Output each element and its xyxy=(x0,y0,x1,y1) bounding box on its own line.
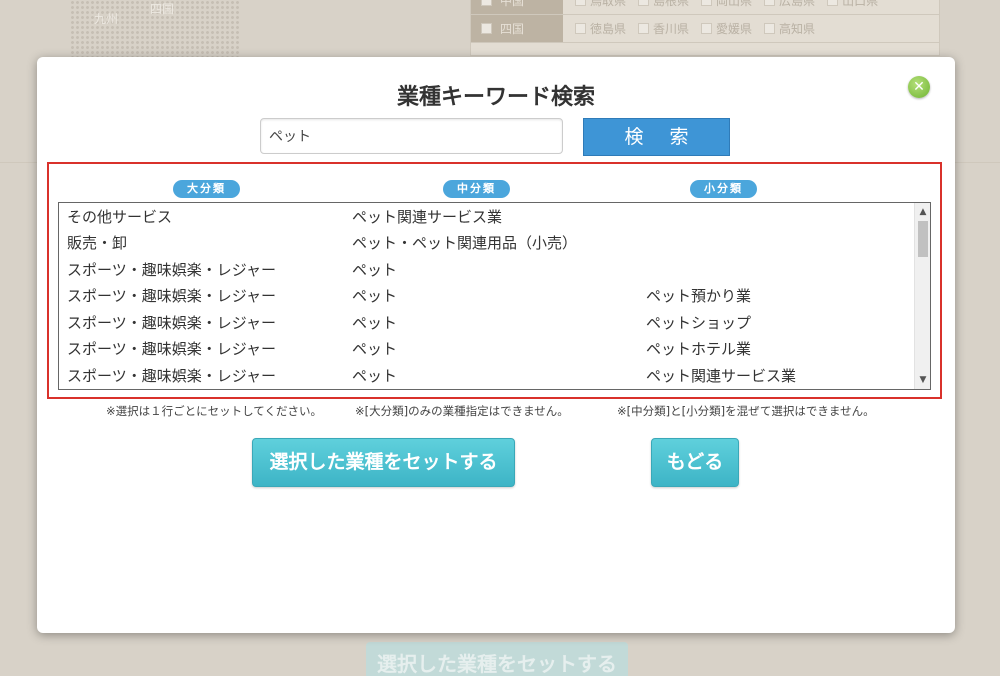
major-category: スポーツ・趣味娯楽・レジャー xyxy=(67,340,276,359)
middle-category: ペット xyxy=(352,260,398,279)
set-selected-industry-button[interactable]: 選択した業種をセットする xyxy=(252,438,515,487)
checkbox[interactable] xyxy=(575,0,586,6)
minor-category: ペット預かり業 xyxy=(646,287,752,306)
scroll-thumb[interactable] xyxy=(918,221,928,257)
checkbox[interactable] xyxy=(764,0,776,6)
major-category: スポーツ・趣味娯楽・レジャー xyxy=(67,287,276,306)
list-item[interactable]: その他サービス ペット関連サービス業 xyxy=(59,203,930,230)
middle-category: ペット関連サービス業 xyxy=(352,207,503,226)
close-x-icon: ✕ xyxy=(913,79,925,95)
industry-results-list[interactable]: その他サービス ペット関連サービス業 販売・卸 ペット・ペット関連用品（小売） … xyxy=(58,202,931,390)
scroll-down-arrow-icon[interactable]: ▼ xyxy=(915,373,930,387)
pref-label: 愛媛県 xyxy=(716,22,753,36)
note-no-mixed-selection: ※[中分類]と[小分類]を混ぜて選択はできません。 xyxy=(617,404,875,418)
back-button[interactable]: もどる xyxy=(651,438,739,487)
pref-label: 高知県 xyxy=(779,22,816,36)
list-item[interactable]: スポーツ・趣味娯楽・レジャー ペット xyxy=(59,256,930,283)
minor-category: ペットホテル業 xyxy=(646,340,752,359)
minor-category: ペット関連サービス業 xyxy=(646,366,797,385)
checkbox[interactable] xyxy=(638,0,650,6)
checkbox[interactable] xyxy=(575,23,586,34)
list-item[interactable]: スポーツ・趣味娯楽・レジャー ペット ペットショップ xyxy=(59,309,930,336)
checkbox[interactable] xyxy=(638,23,650,34)
pref-label: 岡山県 xyxy=(716,0,753,8)
region-row-shikoku: 四国 徳島県 香川県 愛媛県 高知県 xyxy=(471,15,939,43)
major-category: スポーツ・趣味娯楽・レジャー xyxy=(67,366,276,385)
column-header-middle: 中分類 xyxy=(443,180,510,198)
pref-label: 広島県 xyxy=(779,0,816,8)
column-header-minor: 小分類 xyxy=(690,180,757,198)
middle-category: ペット xyxy=(352,366,398,385)
dialog-title: 業種キーワード検索 xyxy=(396,85,595,110)
region-label: 四国 xyxy=(500,22,525,36)
checkbox[interactable] xyxy=(701,23,713,34)
middle-category: ペット xyxy=(352,287,398,306)
major-category: その他サービス xyxy=(67,207,173,226)
background-set-industry-button: 選択した業種をセットする xyxy=(366,642,628,676)
checkbox[interactable] xyxy=(701,0,713,6)
region-prefecture-table: 中国 鳥取県 島根県 岡山県 広島県 山口県 四国 徳島県 香川県 愛媛県 高知… xyxy=(470,0,940,56)
checkbox[interactable] xyxy=(481,23,492,34)
pref-label: 山口県 xyxy=(842,0,879,8)
checkbox[interactable] xyxy=(481,0,492,6)
major-category: スポーツ・趣味娯楽・レジャー xyxy=(67,260,276,279)
search-results-panel: 大分類 中分類 小分類 その他サービス ペット関連サービス業 販売・卸 ペット・… xyxy=(47,162,942,399)
keyword-search-input[interactable] xyxy=(260,118,563,154)
middle-category: ペット xyxy=(352,340,398,359)
pref-label: 徳島県 xyxy=(590,22,627,36)
search-button[interactable]: 検 索 xyxy=(583,118,730,156)
region-row-chugoku: 中国 鳥取県 島根県 岡山県 広島県 山口県 xyxy=(471,0,939,15)
major-category: 販売・卸 xyxy=(67,234,128,253)
pref-label: 香川県 xyxy=(653,22,690,36)
note-select-one-row: ※選択は１行ごとにセットしてください。 xyxy=(106,404,322,418)
major-category: スポーツ・趣味娯楽・レジャー xyxy=(67,313,276,332)
scroll-up-arrow-icon[interactable]: ▲ xyxy=(915,205,930,219)
list-item[interactable]: スポーツ・趣味娯楽・レジャー ペット ペット預かり業 xyxy=(59,283,930,310)
region-label: 中国 xyxy=(500,0,525,8)
middle-category: ペット xyxy=(352,313,398,332)
checkbox[interactable] xyxy=(827,0,839,6)
middle-category: ペット・ペット関連用品（小売） xyxy=(352,234,578,253)
pref-label: 島根県 xyxy=(653,0,690,8)
pref-label: 鳥取県 xyxy=(590,0,627,8)
note-major-only-not-allowed: ※[大分類]のみの業種指定はできません。 xyxy=(355,404,569,418)
list-item[interactable]: 販売・卸 ペット・ペット関連用品（小売） xyxy=(59,230,930,257)
list-scrollbar[interactable]: ▲ ▼ xyxy=(914,203,930,389)
industry-keyword-search-dialog: 業種キーワード検索 ✕ 検 索 大分類 中分類 小分類 その他サービス ペット関… xyxy=(37,57,955,633)
minor-category: ペットショップ xyxy=(646,313,752,332)
list-item[interactable]: スポーツ・趣味娯楽・レジャー ペット ペット関連サービス業 xyxy=(59,362,930,389)
list-item[interactable]: スポーツ・趣味娯楽・レジャー ペット ペットホテル業 xyxy=(59,336,930,363)
map-label-shikoku: 四国 xyxy=(150,2,175,16)
column-header-major: 大分類 xyxy=(173,180,240,198)
map-label-kyushu: 九州 xyxy=(94,12,119,26)
close-button[interactable]: ✕ xyxy=(908,76,930,98)
checkbox[interactable] xyxy=(764,23,776,34)
